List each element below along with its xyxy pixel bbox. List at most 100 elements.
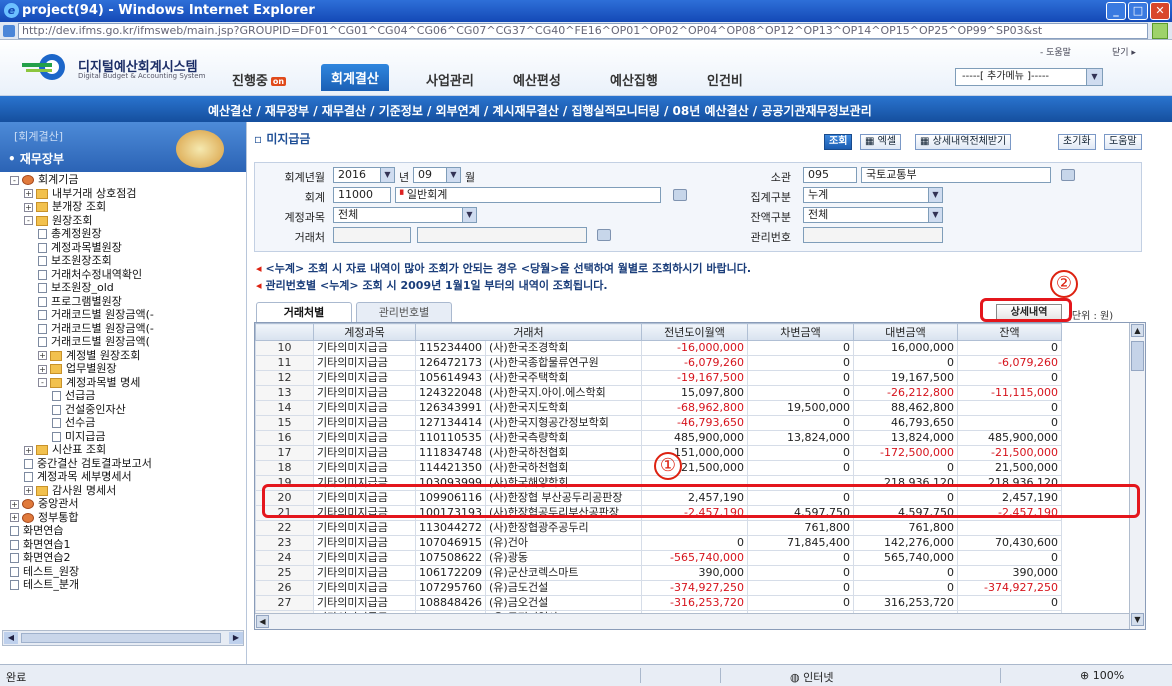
expand-icon[interactable]: + (10, 499, 19, 509)
sidebar-item[interactable]: + 업무별원장 (38, 363, 117, 375)
table-row[interactable]: 24 기타의미지급금 107508622 (유)광동 -565,740,000 0 565,… (255, 550, 1062, 566)
sidebar-item[interactable]: + 시산표 조회 (24, 444, 106, 456)
lookup-icon[interactable] (673, 189, 687, 201)
table-row[interactable]: 10 기타의미지급금 115234400 (사)한국조경학회 -16,000,000 0 1… (255, 340, 1062, 356)
scroll-down-icon[interactable]: ▼ (1131, 613, 1144, 626)
sub-nav-links[interactable]: 예산결산 / 재무장부 / 재무결산 / 기준정보 / 외부연계 / 계시재무결… (208, 102, 872, 119)
expand-icon[interactable]: + (24, 445, 33, 455)
expand-icon[interactable]: + (24, 202, 33, 212)
close-link[interactable]: 닫기 ▸ (1112, 45, 1136, 58)
sidebar-item[interactable]: 거래코드별 원장금액(- (38, 309, 154, 321)
year-select[interactable]: 2016 ▼ (333, 167, 395, 183)
sidebar-item[interactable]: 선수금 (52, 417, 95, 429)
header-debit[interactable]: 차변금액 (747, 323, 854, 341)
table-row[interactable]: 15 기타의미지급금 127134414 (사)한국지형공간정보학회 -46,793,6… (255, 415, 1062, 431)
sidebar-item[interactable]: 테스트_원장 (10, 565, 79, 578)
menu-in-progress[interactable]: 진행중 on (232, 70, 287, 89)
sidebar-item[interactable]: 계정과목별원장 (38, 241, 122, 254)
sidebar-item[interactable]: 테스트_분개 (10, 579, 79, 591)
go-icon[interactable] (1152, 23, 1168, 39)
sidebar-item[interactable]: 거래코드별 원장금액( (38, 336, 150, 348)
lookup-icon[interactable] (597, 229, 611, 241)
table-row[interactable]: 16 기타의미지급금 110110535 (사)한국측량학회 485,900,000 13… (255, 430, 1062, 446)
expand-icon[interactable]: + (24, 486, 33, 495)
header-credit[interactable]: 대변금액 (853, 323, 958, 341)
collapse-icon[interactable]: - (24, 216, 33, 225)
grid-vertical-scrollbar[interactable]: ▲ ▼ (1129, 323, 1145, 629)
scroll-up-icon[interactable]: ▲ (1131, 324, 1144, 337)
menu-project-mgmt[interactable]: 사업관리 (426, 70, 474, 89)
account-name-input[interactable]: ▘일반회계 (395, 187, 661, 203)
maximize-button[interactable]: □ (1128, 2, 1148, 20)
sidebar-item[interactable]: 화면연습 (10, 525, 63, 537)
balance-select[interactable]: 전체 ▼ (803, 207, 943, 223)
month-select[interactable]: 09 ▼ (413, 167, 461, 183)
sidebar-item[interactable]: + 내부거래 상호점검 (24, 187, 136, 200)
table-row[interactable]: 23 기타의미지급금 107046915 (유)건아 0 71,845,400 142,27… (255, 535, 1062, 551)
table-row[interactable]: 25 기타의미지급금 106172209 (유)군산코렉스마트 390,000 0 0 390… (255, 565, 1062, 581)
scroll-left-icon[interactable]: ◀ (256, 615, 269, 628)
subject-select[interactable]: 전체 ▼ (333, 207, 477, 223)
sidebar-item[interactable]: + 정부통합 (10, 511, 78, 524)
sidebar-item[interactable]: 거래처수정내역확인 (38, 268, 142, 281)
partner-name-input[interactable] (417, 227, 587, 243)
lookup-icon[interactable] (1061, 169, 1075, 181)
sidebar-item[interactable]: 보조원장조회 (38, 255, 112, 267)
menu-personnel-cost[interactable]: 인건비 (707, 70, 743, 89)
menu-budget-formulation[interactable]: 예산편성 (513, 70, 561, 89)
scroll-thumb[interactable] (21, 633, 221, 643)
sidebar-item[interactable]: 보조원장_old (38, 282, 114, 294)
scroll-right-icon[interactable]: ▶ (229, 632, 243, 644)
expand-icon[interactable]: + (10, 513, 19, 522)
sidebar-item[interactable]: - 회계기금 (10, 174, 78, 186)
sidebar-item[interactable]: 프로그램별원장 (38, 295, 122, 308)
close-window-button[interactable]: ✕ (1150, 2, 1170, 20)
table-row[interactable]: 26 기타의미지급금 107295760 (유)금도건설 -374,927,250 0 0-… (255, 580, 1062, 596)
office-name-input[interactable]: 국토교통부 (861, 167, 1051, 183)
expand-icon[interactable]: + (38, 351, 47, 360)
sidebar-item[interactable]: + 감사원 명세서 (24, 484, 116, 497)
reset-button[interactable]: 초기화 (1058, 134, 1096, 150)
extra-menu-select[interactable]: -----[ 추가메뉴 ]----- ▼ (955, 68, 1103, 86)
tab-by-partner[interactable]: 거래처별 (256, 302, 352, 322)
sidebar-item[interactable]: 계정과목 세부명세서 (24, 471, 132, 483)
sidebar-scrollbar[interactable]: ◀ ▶ (2, 630, 244, 646)
minimize-button[interactable]: _ (1106, 2, 1126, 20)
sidebar-item[interactable]: 화면연습1 (10, 538, 70, 551)
collapse-icon[interactable]: - (10, 175, 19, 185)
url-input[interactable]: http://dev.ifms.go.kr/ifmsweb/main.jsp?G… (18, 23, 1148, 39)
header-carryover[interactable]: 전년도이월액 (641, 323, 748, 341)
mgmt-no-input[interactable] (803, 227, 943, 243)
account-code-input[interactable]: 11000 (333, 187, 391, 203)
sidebar-item[interactable]: 화면연습2 (10, 552, 70, 564)
header-partner[interactable]: 거래처 (415, 323, 642, 341)
sidebar-item[interactable]: + 계정별 원장조회 (38, 349, 140, 362)
table-row[interactable]: 11 기타의미지급금 126472173 (사)한국종합물류연구원 -6,079,260… (255, 355, 1062, 371)
expand-icon[interactable]: + (24, 189, 33, 198)
table-row[interactable]: 12 기타의미지급금 105614943 (사)한국주택학회 -19,167,500 0 1… (255, 370, 1062, 386)
scroll-thumb[interactable] (1131, 341, 1144, 371)
sidebar-item[interactable]: 미지급금 (52, 430, 105, 443)
download-all-details-button[interactable]: ▦ 상세내역전체받기 (915, 134, 1012, 150)
table-row[interactable]: 22 기타의미지급금 113044272 (사)한장협광주공두리 761,800 761,… (255, 520, 1062, 536)
header-subject[interactable]: 계정과목 (313, 323, 416, 341)
sidebar-item[interactable]: 총계정원장 (38, 228, 102, 240)
sidebar-item[interactable]: 건설중인자산 (52, 403, 126, 416)
scroll-left-icon[interactable]: ◀ (4, 632, 18, 644)
table-row[interactable]: 13 기타의미지급금 124322048 (사)한국지.아이.에스학회 15,097,8… (255, 385, 1062, 401)
zoom-level[interactable]: ⊕ 100% (1080, 669, 1124, 682)
search-button[interactable]: 조회 (824, 134, 853, 150)
partner-code-input[interactable] (333, 227, 411, 243)
excel-button[interactable]: ▦ 엑셀 (860, 134, 902, 150)
table-row[interactable]: 14 기타의미지급금 126343991 (사)한국지도학회 -68,962,800 19… (255, 400, 1062, 416)
header-balance[interactable]: 잔액 (957, 323, 1062, 341)
sidebar-item[interactable]: + 중앙관서 (10, 498, 78, 510)
sidebar-item[interactable]: 중간결산 검토결과보고서 (24, 457, 152, 470)
help-button[interactable]: 도움말 (1104, 134, 1142, 150)
sidebar-item[interactable]: + 분개장 조회 (24, 201, 106, 213)
aggregation-select[interactable]: 누계 ▼ (803, 187, 943, 203)
sidebar-item[interactable]: 거래코드별 원장금액(- (38, 322, 154, 335)
collapse-icon[interactable]: - (38, 378, 47, 387)
table-row[interactable]: 27 기타의미지급금 108848426 (유)금오건설 -316,253,720 0 31… (255, 595, 1062, 611)
sidebar-item[interactable]: - 계정과목별 명세 (38, 376, 140, 389)
